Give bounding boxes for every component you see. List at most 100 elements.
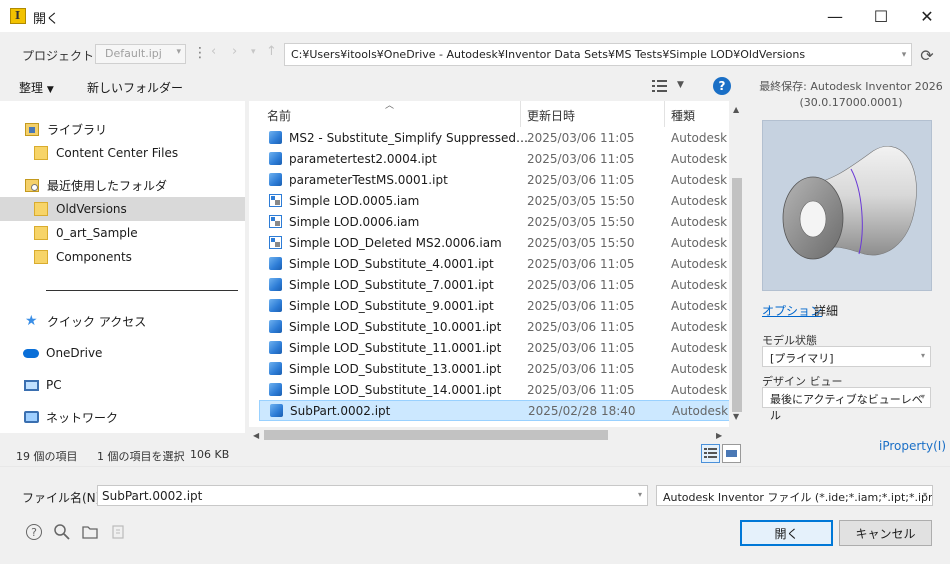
cancel-button[interactable]: キャンセル xyxy=(839,520,932,546)
file-row[interactable]: Simple LOD_Substitute_9.0001.ipt 2025/03/… xyxy=(259,295,733,316)
item-count: 19 個の項目 xyxy=(16,450,78,463)
open-folder-icon[interactable] xyxy=(81,523,99,541)
file-name: Simple LOD_Deleted MS2.0006.iam xyxy=(289,235,502,250)
file-name: Simple LOD_Substitute_11.0001.ipt xyxy=(289,340,502,355)
nav-item-pc[interactable]: PC xyxy=(0,373,245,397)
find-icon[interactable] xyxy=(53,523,71,541)
file-row[interactable]: MS2 - Substitute_Simplify Suppressed DE.… xyxy=(259,127,733,148)
file-date: 2025/03/05 15:50 xyxy=(527,235,635,250)
part-file-icon xyxy=(269,278,282,291)
refresh-icon[interactable]: ⟳ xyxy=(916,44,938,66)
preview-view-button[interactable] xyxy=(722,444,741,463)
view-dropdown-icon[interactable]: ▼ xyxy=(677,80,684,90)
chevron-down-icon: ▾ xyxy=(176,47,181,57)
file-row[interactable]: parametertest2.0004.ipt 2025/03/06 11:05 A… xyxy=(259,148,733,169)
file-name: Simple LOD_Substitute_9.0001.ipt xyxy=(289,298,494,313)
organize-menu[interactable]: 整理 ▼ xyxy=(19,79,54,96)
details-view-button[interactable] xyxy=(701,444,720,463)
part-file-icon xyxy=(270,404,283,417)
nav-item-network[interactable]: ネットワーク xyxy=(0,405,245,429)
up-arrow-icon[interactable]: ↑ xyxy=(266,44,277,59)
chevron-down-icon: ▾ xyxy=(920,351,925,360)
open-button[interactable]: 開く xyxy=(740,520,833,546)
address-path: C:¥Users¥itools¥OneDrive - Autodesk¥Inve… xyxy=(291,48,806,61)
large-icons-view-icon xyxy=(726,450,737,457)
maximize-button[interactable]: ☐ xyxy=(858,0,904,32)
close-button[interactable]: ✕ xyxy=(904,0,950,32)
nav-item-content-center[interactable]: Content Center Files xyxy=(0,141,245,165)
assembly-file-icon xyxy=(269,236,282,249)
nav-item-quick-access[interactable]: ★ クイック アクセス xyxy=(0,309,245,333)
file-row[interactable]: Simple LOD.0005.iam 2025/03/05 15:50 Autod… xyxy=(259,190,733,211)
file-name: Simple LOD.0005.iam xyxy=(289,193,420,208)
nav-item-oldversions[interactable]: OldVersions xyxy=(0,197,245,221)
help-circle-icon[interactable]: ? xyxy=(25,523,43,541)
file-row[interactable]: Simple LOD_Substitute_14.0001.ipt 2025/03… xyxy=(259,379,733,400)
view-options-icon[interactable] xyxy=(651,78,669,94)
library-icon xyxy=(25,122,39,136)
column-header-name[interactable]: 名前 xyxy=(267,107,291,124)
file-name: Simple LOD_Substitute_4.0001.ipt xyxy=(289,256,494,271)
bottom-panel xyxy=(0,466,950,564)
file-name: Simple LOD_Substitute_13.0001.ipt xyxy=(289,361,502,376)
scroll-down-arrow-icon[interactable]: ▼ xyxy=(733,412,739,421)
iproperty-link[interactable]: iProperty(I) xyxy=(879,439,946,453)
preview-save-info: 最終保存: Autodesk Inventor 2026 (30.0.17000… xyxy=(752,79,950,111)
nav-item-0-art-sample[interactable]: 0_art_Sample xyxy=(0,221,245,245)
horizontal-scroll-thumb[interactable] xyxy=(264,430,608,440)
nav-item-recent-folders[interactable]: 最近使用したフォルダ xyxy=(0,173,245,197)
filename-input[interactable]: SubPart.0002.ipt ▾ xyxy=(97,485,648,506)
filename-label: ファイル名(N): xyxy=(22,491,105,505)
file-name: Simple LOD_Substitute_14.0001.ipt xyxy=(289,382,502,397)
new-folder-button[interactable]: 新しいフォルダー xyxy=(87,79,183,96)
file-row[interactable]: SubPart.0002.ipt 2025/02/28 18:40 Autodesk… xyxy=(259,400,733,421)
file-name: Simple LOD_Substitute_10.0001.ipt xyxy=(289,319,502,334)
project-value: Default.ipj xyxy=(105,47,162,60)
filetype-select[interactable]: Autodesk Inventor ファイル (*.ide;*.iam;*.ip… xyxy=(656,485,933,506)
column-header-type[interactable]: 種類 xyxy=(671,107,695,124)
help-icon[interactable]: ? xyxy=(713,77,731,95)
file-type: Autodesk In xyxy=(671,130,733,145)
options-link[interactable]: オプション xyxy=(762,302,822,319)
folder-icon xyxy=(34,226,48,240)
file-type: Autodesk In xyxy=(671,214,733,229)
column-header-date[interactable]: 更新日時 xyxy=(527,107,575,124)
file-row[interactable]: Simple LOD_Substitute_4.0001.ipt 2025/03/… xyxy=(259,253,733,274)
design-view-select[interactable]: 最後にアクティブなビューレベル ▾ xyxy=(762,387,931,422)
back-arrow-icon[interactable]: ‹ xyxy=(211,44,216,59)
file-row[interactable]: Simple LOD.0006.iam 2025/03/05 15:50 Autod… xyxy=(259,211,733,232)
part-file-icon xyxy=(269,131,282,144)
scroll-up-arrow-icon[interactable]: ▲ xyxy=(733,105,739,114)
file-row[interactable]: Simple LOD_Substitute_10.0001.ipt 2025/03… xyxy=(259,316,733,337)
details-tab[interactable]: 詳細 xyxy=(814,302,838,319)
column-divider[interactable] xyxy=(664,101,665,127)
file-type: Autodesk In xyxy=(671,319,733,334)
details-view-icon xyxy=(704,448,717,458)
file-name: Simple LOD_Substitute_7.0001.ipt xyxy=(289,277,494,292)
more-options-icon[interactable]: ⋮ xyxy=(193,44,207,64)
vertical-scroll-thumb[interactable] xyxy=(732,178,742,412)
nav-item-components[interactable]: Components xyxy=(0,245,245,269)
address-bar[interactable]: C:¥Users¥itools¥OneDrive - Autodesk¥Inve… xyxy=(284,43,912,66)
vault-icon[interactable] xyxy=(109,523,127,541)
nav-item-library[interactable]: ライブラリ xyxy=(0,117,245,141)
part-file-icon xyxy=(269,152,282,165)
inventor-app-icon xyxy=(10,8,26,24)
column-divider[interactable] xyxy=(520,101,521,127)
assembly-file-icon xyxy=(269,215,282,228)
file-row[interactable]: Simple LOD_Deleted MS2.0006.iam 2025/03/0… xyxy=(259,232,733,253)
file-row[interactable]: Simple LOD_Substitute_7.0001.ipt 2025/03/… xyxy=(259,274,733,295)
address-dropdown-icon[interactable]: ▾ xyxy=(896,44,912,65)
file-row[interactable]: Simple LOD_Substitute_13.0001.ipt 2025/03… xyxy=(259,358,733,379)
file-row[interactable]: Simple LOD_Substitute_11.0001.ipt 2025/03… xyxy=(259,337,733,358)
nav-item-onedrive[interactable]: OneDrive xyxy=(0,341,245,365)
model-state-select[interactable]: [プライマリ] ▾ xyxy=(762,346,931,367)
scroll-left-arrow-icon[interactable]: ◀ xyxy=(253,431,259,440)
forward-arrow-icon[interactable]: › xyxy=(232,44,237,59)
minimize-button[interactable]: — xyxy=(812,0,858,32)
file-date: 2025/03/06 11:05 xyxy=(527,277,635,292)
project-combo[interactable]: Default.ipj ▾ xyxy=(95,44,186,64)
scroll-right-arrow-icon[interactable]: ▶ xyxy=(716,431,722,440)
recent-locations-icon[interactable]: ▾ xyxy=(251,47,256,57)
file-row[interactable]: parameterTestMS.0001.ipt 2025/03/06 11:05… xyxy=(259,169,733,190)
